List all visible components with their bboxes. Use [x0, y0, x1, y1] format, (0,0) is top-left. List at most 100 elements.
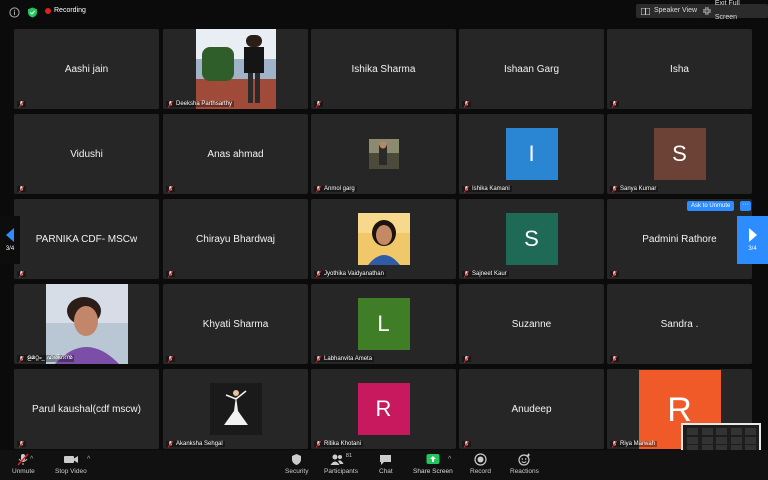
participant-name: Parul kaushal(cdf mscw) — [32, 403, 141, 415]
thumbnail-tile — [745, 428, 756, 435]
more-options-button[interactable]: ··· — [740, 201, 751, 211]
participant-tile[interactable]: Padmini Rathore — [607, 199, 752, 279]
info-icon[interactable] — [9, 5, 20, 18]
share-caret-icon[interactable]: ^ — [448, 456, 451, 463]
mic-muted-icon — [464, 441, 469, 448]
participant-avatar: S — [505, 213, 558, 265]
participant-tile[interactable]: Parul kaushal(cdf mscw) — [14, 369, 159, 449]
participant-tile[interactable]: Anas ahmad — [163, 114, 308, 194]
mic-muted-icon — [19, 441, 24, 448]
chevron-right-icon — [748, 228, 757, 242]
participant-name: Khyati Sharma — [202, 318, 269, 330]
exit-full-screen-label: Exit Full Screen — [714, 0, 740, 21]
participant-tile[interactable]: Isha — [607, 29, 752, 109]
unmute-label: Unmute — [12, 468, 35, 475]
thumbnail-tile — [687, 428, 698, 435]
participant-photo — [45, 284, 128, 364]
participant-tile[interactable]: Jyothika Vaidyanathan — [311, 199, 456, 279]
reactions-smiley-icon — [518, 453, 530, 466]
participant-photo — [368, 139, 399, 169]
mic-muted-icon — [19, 186, 24, 193]
mic-muted-icon — [316, 186, 321, 193]
shield-icon[interactable] — [27, 5, 38, 18]
participant-tile[interactable]: Anudeep — [459, 369, 604, 449]
participant-tile[interactable]: I Ishika Kamani — [459, 114, 604, 194]
record-dot-icon — [45, 7, 51, 14]
participant-tile[interactable]: Ishaan Garg — [459, 29, 604, 109]
participants-button[interactable]: 81 Participants — [324, 453, 358, 475]
participant-tile[interactable]: Akanksha Sehgal — [163, 369, 308, 449]
participant-tile[interactable]: Sandra . — [607, 284, 752, 364]
mic-muted-icon — [168, 356, 173, 363]
participant-name: Sanya Kumar — [620, 186, 657, 192]
participant-label: Deeksha Parthsarthy — [166, 101, 235, 108]
video-caret-icon[interactable]: ^ — [87, 456, 90, 463]
mic-muted-icon — [316, 101, 321, 108]
participant-tile[interactable]: Vidushi — [14, 114, 159, 194]
participant-label: Labhanvita Ameta — [314, 356, 375, 363]
participant-tile[interactable]: R Ritika Khotani — [311, 369, 456, 449]
record-icon — [474, 453, 487, 466]
participant-tile[interactable]: Deeksha Parthsarthy — [163, 29, 308, 109]
participant-label: Ishika Kamani — [462, 186, 512, 193]
participant-tile[interactable]: ളമറ്റം_ ഹരിഗ്ന്നു — [14, 284, 159, 364]
mic-muted-icon — [464, 186, 469, 193]
chat-bubble-icon — [380, 455, 392, 465]
chat-button[interactable]: Chat — [379, 453, 393, 475]
unmute-caret-icon[interactable]: ^ — [30, 456, 33, 463]
next-page-button[interactable]: 3/4 — [737, 216, 768, 264]
participant-tile[interactable]: S Sajneet Kaur — [459, 199, 604, 279]
exit-full-screen-button[interactable]: Exit Full Screen — [698, 0, 768, 21]
thumbnail-tile — [730, 428, 742, 435]
mic-muted-icon — [612, 271, 617, 278]
participant-tile[interactable]: Aashi jain — [14, 29, 159, 109]
reactions-button[interactable]: Reactions — [510, 453, 539, 475]
participant-name: Sandra . — [660, 318, 699, 330]
participant-tile[interactable]: L Labhanvita Ameta — [311, 284, 456, 364]
participant-label: Sanya Kumar — [610, 186, 659, 193]
share-screen-button[interactable]: Share Screen — [413, 453, 453, 475]
speaker-view-button[interactable]: Speaker View — [636, 4, 703, 18]
record-button[interactable]: Record — [470, 453, 491, 475]
top-bar: Recording Speaker View Exit Full Screen — [0, 0, 768, 22]
mic-muted-icon — [316, 271, 321, 278]
mic-muted-icon — [168, 271, 173, 278]
participant-tile[interactable]: Ishika Sharma — [311, 29, 456, 109]
previous-page-button[interactable]: 3/4 — [0, 216, 20, 264]
participant-name: Aashi jain — [64, 63, 109, 75]
participant-name: Anmol garg — [324, 186, 355, 192]
participant-tile[interactable]: PARNIKA CDF- MSCw — [14, 199, 159, 279]
mic-muted-icon — [17, 453, 29, 466]
recording-indicator[interactable]: Recording — [45, 5, 86, 16]
participant-name: ളമറ്റം_ ഹരിഗ്ന്നു — [27, 355, 73, 361]
mic-muted-icon — [316, 356, 321, 363]
participants-label: Participants — [324, 468, 358, 475]
participants-count: 81 — [345, 453, 353, 459]
stop-video-button[interactable]: Stop Video — [55, 453, 87, 475]
mic-muted-icon — [612, 186, 617, 193]
chat-label: Chat — [379, 468, 393, 475]
participant-tile[interactable]: Chirayu Bhardwaj — [163, 199, 308, 279]
thumbnail-tile — [730, 436, 742, 444]
participants-icon — [330, 454, 344, 465]
thumbnail-tile — [745, 436, 756, 444]
participant-name: Ritika Khotani — [324, 441, 362, 447]
mic-muted-icon — [168, 441, 173, 448]
participant-name: Ishika Kamani — [472, 186, 510, 192]
security-button[interactable]: Security — [285, 453, 308, 475]
participant-name: Anudeep — [511, 403, 552, 415]
participant-name: Padmini Rathore — [642, 233, 717, 245]
participant-tile[interactable]: Anmol garg — [311, 114, 456, 194]
share-screen-label: Share Screen — [413, 468, 453, 475]
participant-tile[interactable]: Suzanne — [459, 284, 604, 364]
participant-name: Deeksha Parthsarthy — [176, 101, 233, 107]
ask-to-unmute-button[interactable]: Ask to Unmute — [687, 201, 735, 211]
participant-label: Anmol garg — [314, 186, 357, 193]
participant-label: Ritika Khotani — [314, 441, 364, 448]
mic-muted-icon — [168, 186, 173, 193]
participant-name: Ishaan Garg — [503, 63, 560, 75]
participant-tile[interactable]: Khyati Sharma — [163, 284, 308, 364]
mic-muted-icon — [19, 355, 24, 363]
participant-tile[interactable]: S Sanya Kumar — [607, 114, 752, 194]
participant-photo — [209, 383, 262, 435]
